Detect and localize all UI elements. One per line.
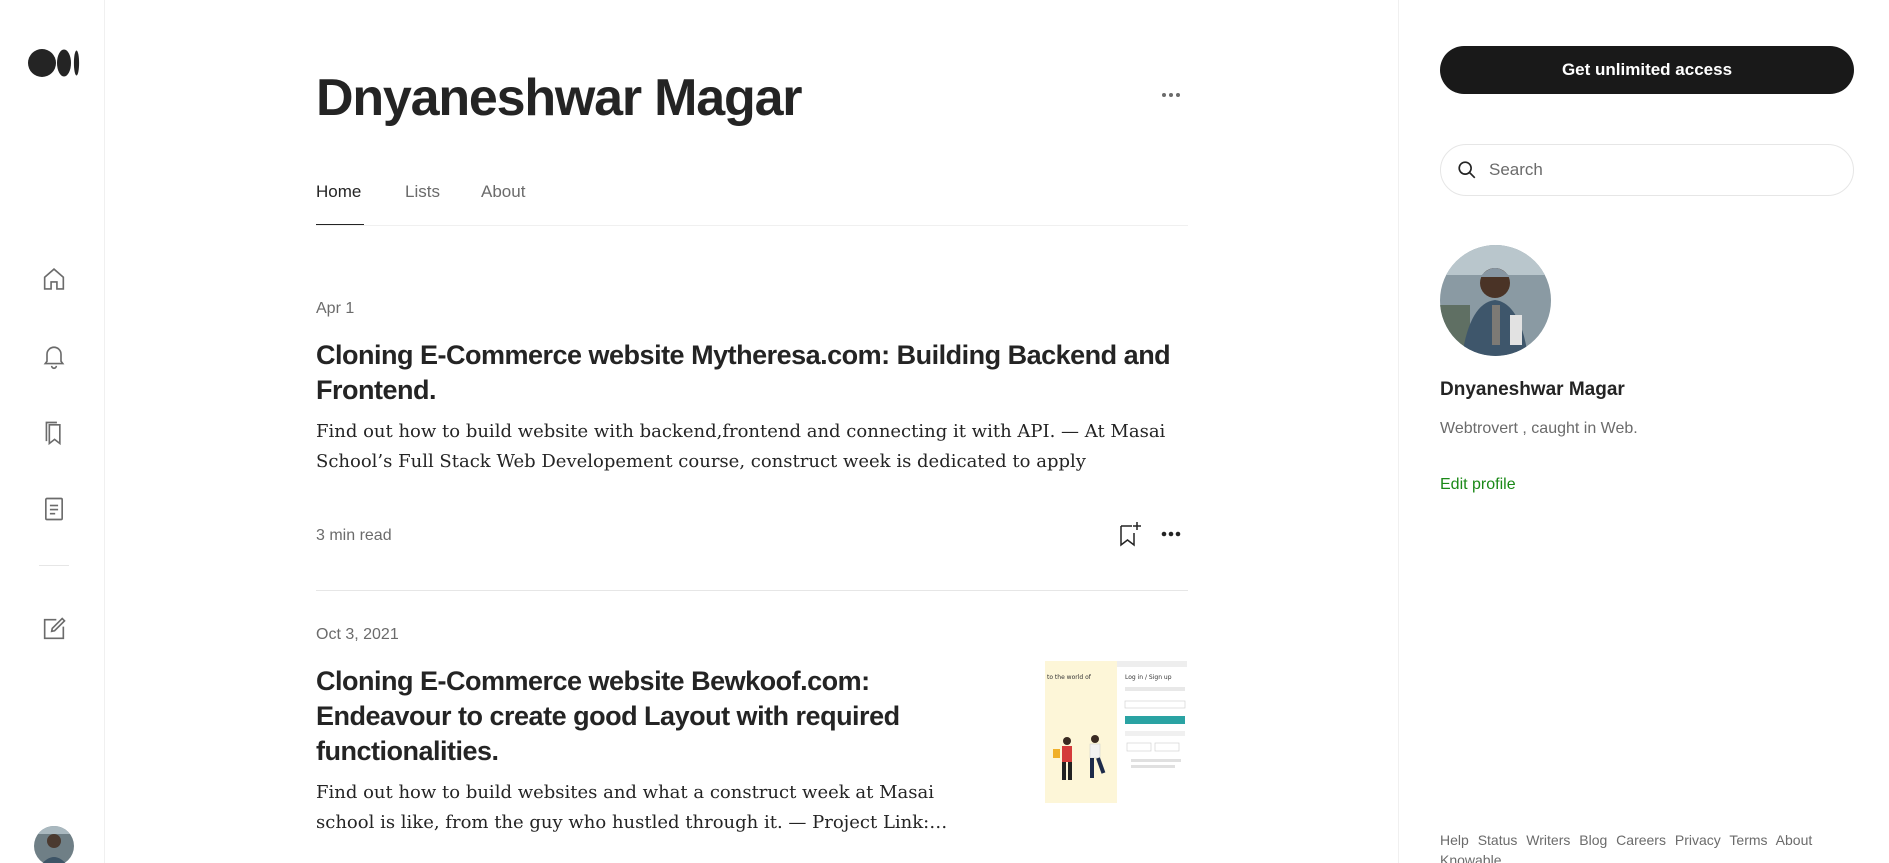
footer-link-status[interactable]: Status [1478,832,1518,848]
search-input[interactable] [1489,160,1829,180]
thumb-left-caption: to the world of [1047,674,1092,681]
tab-about[interactable]: About [481,182,525,202]
user-avatar[interactable] [34,826,74,863]
home-icon[interactable] [39,264,69,294]
post-excerpt[interactable]: Find out how to build website with backe… [316,417,1188,477]
get-unlimited-access-button[interactable]: Get unlimited access [1440,46,1854,94]
notifications-bell-icon[interactable] [39,341,69,371]
post-title[interactable]: Cloning E-Commerce website Mytheresa.com… [316,338,1188,408]
profile-bio: Webtrovert , caught in Web. [1440,420,1638,437]
footer-link-knowable[interactable]: Knowable [1440,852,1502,863]
tab-home[interactable]: Home [316,182,361,202]
save-bookmark-icon[interactable] [1115,519,1145,549]
tab-lists[interactable]: Lists [405,182,440,202]
post-thumbnail[interactable]: to the world of Log in / Sign up [1045,661,1187,803]
search-box[interactable] [1440,144,1854,196]
post-date: Oct 3, 2021 [316,626,399,643]
edit-profile-link[interactable]: Edit profile [1440,474,1516,496]
profile-avatar[interactable] [1440,245,1551,356]
medium-logo-icon[interactable] [27,48,81,78]
rail-divider [39,565,69,566]
profile-tabs: Home Lists About [316,178,1188,226]
post-divider [316,590,1188,591]
footer-link-privacy[interactable]: Privacy [1675,832,1721,848]
page-title: Dnyaneshwar Magar [316,69,803,127]
write-story-icon[interactable] [39,614,69,644]
profile-name[interactable]: Dnyaneshwar Magar [1440,378,1625,402]
read-time: 3 min read [316,527,392,544]
post-date: Apr 1 [316,300,355,317]
more-options-icon[interactable] [1156,80,1186,110]
post-more-icon[interactable] [1156,519,1186,549]
thumb-right-title: Log in / Sign up [1125,674,1172,681]
footer-links: Help Status Writers Blog Careers Privacy… [1440,830,1860,863]
footer-link-help[interactable]: Help [1440,832,1469,848]
footer-link-careers[interactable]: Careers [1616,832,1666,848]
footer-link-blog[interactable]: Blog [1579,832,1607,848]
bookmarks-list-icon[interactable] [39,418,69,448]
stories-document-icon[interactable] [39,494,69,524]
right-sidebar: Get unlimited access Dnyaneshwar Magar W… [1398,0,1889,863]
left-navigation-rail [0,0,105,863]
footer-link-terms[interactable]: Terms [1729,832,1767,848]
footer-link-writers[interactable]: Writers [1526,832,1570,848]
footer-link-about[interactable]: About [1776,832,1813,848]
active-tab-indicator [316,224,364,225]
post-title[interactable]: Cloning E-Commerce website Bewkoof.com: … [316,664,956,769]
search-icon [1455,158,1479,182]
post-excerpt[interactable]: Find out how to build websites and what … [316,778,956,838]
